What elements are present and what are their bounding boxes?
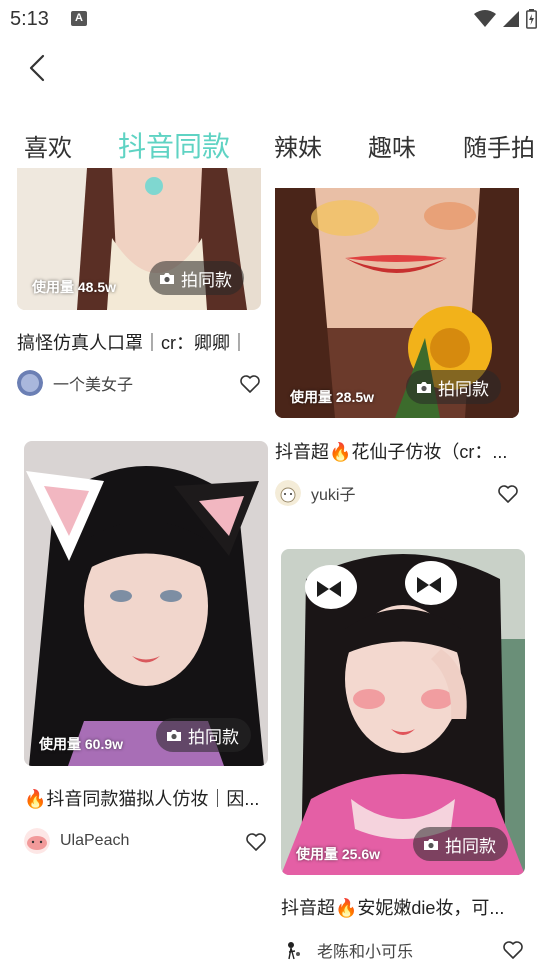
shoot-same-label: 拍同款	[188, 727, 239, 747]
effect-card[interactable]: 使用量 48.5w 拍同款 搞怪仿真人口罩｜cr：卿卿｜ 一个美女子	[17, 168, 261, 403]
heart-icon[interactable]	[497, 484, 519, 504]
shoot-same-button[interactable]: 拍同款	[406, 370, 501, 404]
avatar	[24, 828, 50, 854]
shoot-same-button[interactable]: 拍同款	[413, 827, 508, 861]
status-time: 5:13	[10, 8, 49, 30]
category-tabs: 喜欢 抖音同款 辣妹 趣味 随手拍	[0, 118, 549, 174]
chevron-left-icon	[29, 54, 45, 82]
heart-icon[interactable]	[245, 832, 267, 852]
shoot-same-button[interactable]: 拍同款	[149, 261, 244, 295]
battery-icon	[526, 9, 537, 29]
author-info[interactable]: yuki子	[275, 480, 355, 506]
author-info[interactable]: UlaPeach	[24, 828, 129, 854]
usage-count: 使用量 28.5w	[290, 389, 375, 405]
effect-thumbnail[interactable]: 使用量 48.5w 拍同款	[17, 168, 261, 310]
author-name: yuki子	[311, 487, 356, 504]
signal-icon	[503, 11, 519, 27]
tab-douyin-same[interactable]: 抖音同款	[118, 125, 230, 165]
tab-fun[interactable]: 趣味	[368, 128, 416, 163]
wifi-icon	[474, 10, 496, 27]
author-name: 一个美女子	[53, 377, 134, 394]
effect-card[interactable]: 使用量 28.5w 拍同款 抖音超🔥花仙子仿妆（cr：... yuki子	[275, 188, 519, 508]
shoot-same-label: 拍同款	[445, 836, 496, 856]
usage-count: 使用量 25.6w	[296, 846, 381, 862]
camera-icon	[160, 272, 174, 284]
effect-thumbnail[interactable]: 使用量 60.9w 拍同款	[24, 441, 268, 766]
notification-a-icon: A	[71, 11, 87, 26]
avatar	[275, 480, 301, 506]
effect-title: 抖音超🔥安妮嫩die妆，可...	[281, 898, 505, 918]
avatar	[281, 937, 307, 963]
author-name: UlaPeach	[60, 832, 130, 849]
effect-thumbnail[interactable]: 使用量 28.5w 拍同款	[275, 188, 519, 418]
author-info[interactable]: 老陈和小可乐	[281, 937, 413, 963]
author-info[interactable]: 一个美女子	[17, 370, 133, 396]
shoot-same-button[interactable]: 拍同款	[156, 718, 251, 752]
status-icons	[474, 9, 537, 29]
shoot-same-label: 拍同款	[438, 379, 489, 399]
tab-like[interactable]: 喜欢	[24, 128, 72, 163]
camera-icon	[424, 838, 438, 850]
tab-spicy-girl[interactable]: 辣妹	[274, 128, 322, 163]
effect-title: 搞怪仿真人口罩｜cr：卿卿｜	[17, 333, 248, 353]
camera-icon	[417, 381, 431, 393]
shoot-same-label: 拍同款	[181, 270, 232, 290]
status-bar: 5:13 A	[0, 0, 549, 38]
effect-title: 抖音超🔥花仙子仿妆（cr：...	[275, 442, 508, 462]
usage-count: 使用量 60.9w	[39, 736, 124, 752]
author-name: 老陈和小可乐	[317, 944, 414, 961]
usage-count: 使用量 48.5w	[32, 279, 117, 295]
back-button[interactable]	[22, 52, 56, 86]
avatar	[17, 370, 43, 396]
heart-icon[interactable]	[239, 374, 261, 394]
camera-icon	[167, 729, 181, 741]
effect-title: 🔥抖音同款猫拟人仿妆｜因...	[24, 789, 260, 809]
tab-snapshot[interactable]: 随手拍	[463, 128, 535, 163]
effect-card[interactable]: 使用量 25.6w 拍同款 抖音超🔥安妮嫩die妆，可... 老陈和小可乐	[281, 549, 525, 969]
heart-icon[interactable]	[502, 940, 524, 960]
effect-card[interactable]: 使用量 60.9w 拍同款 🔥抖音同款猫拟人仿妆｜因... UlaPeach	[24, 441, 268, 861]
effect-thumbnail[interactable]: 使用量 25.6w 拍同款	[281, 549, 525, 875]
